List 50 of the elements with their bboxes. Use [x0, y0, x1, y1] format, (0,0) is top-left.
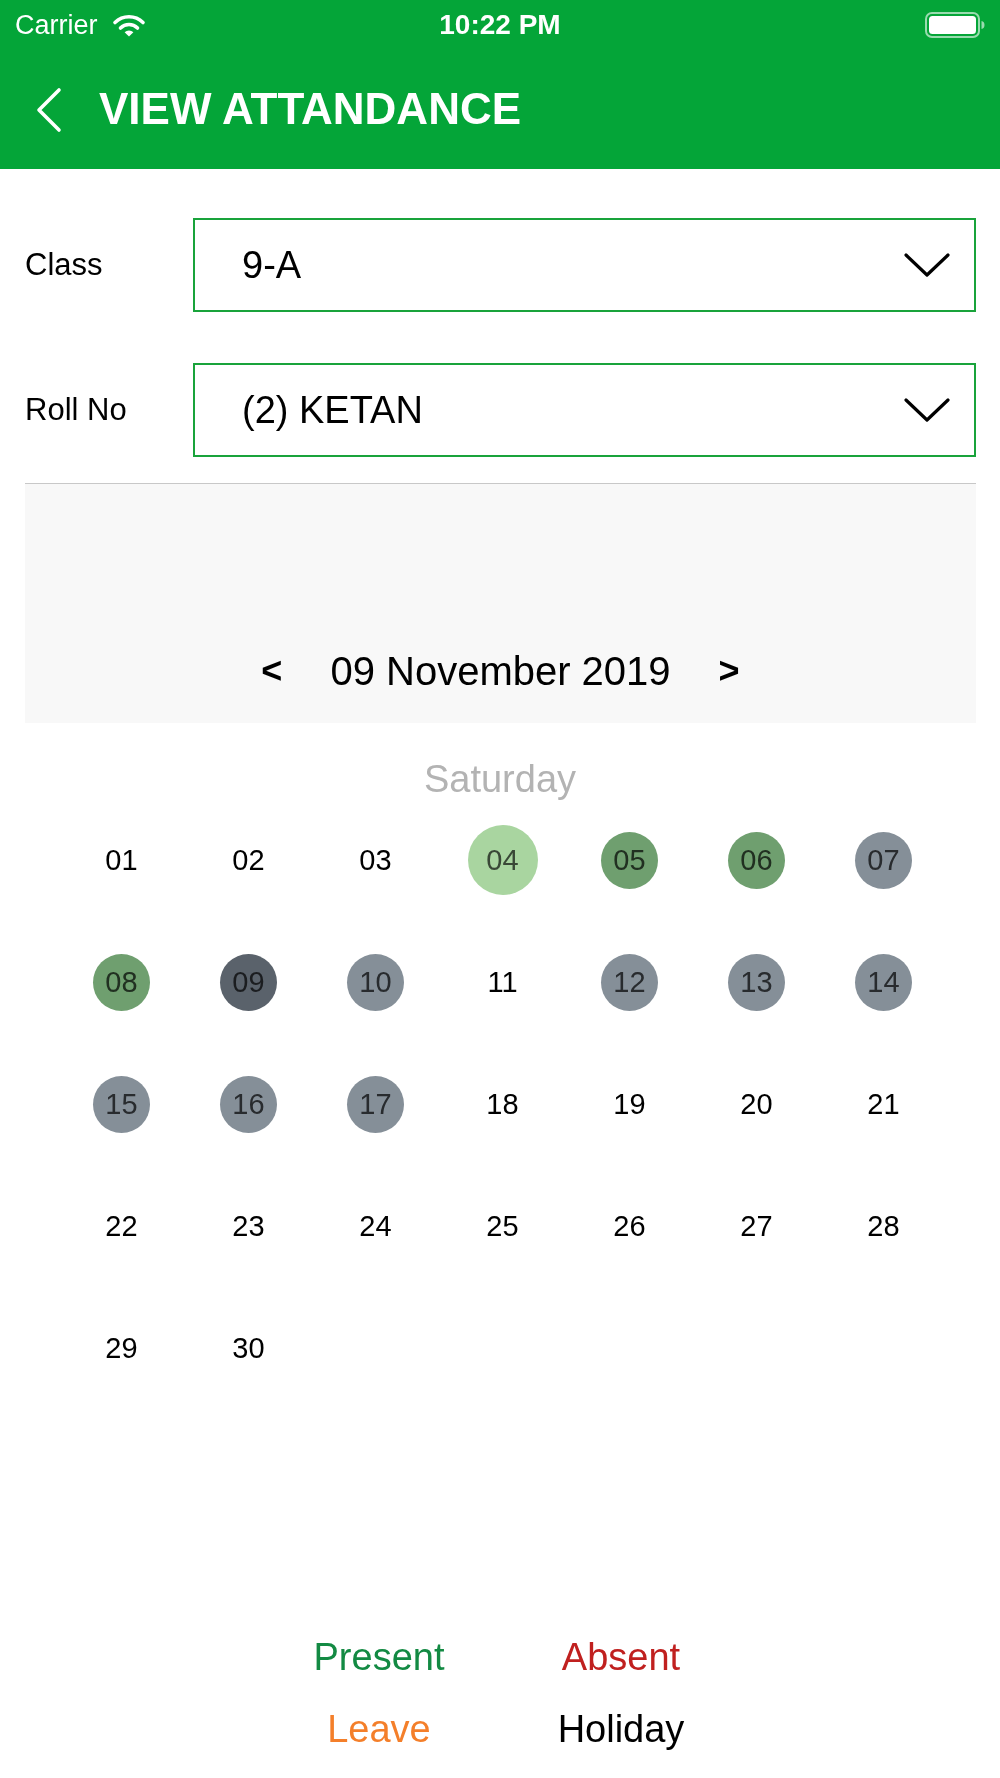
calendar-day[interactable]: 05: [601, 831, 658, 889]
calendar-day[interactable]: 02: [232, 845, 265, 875]
calendar-day[interactable]: 29: [105, 1333, 138, 1363]
wifi-icon: [111, 13, 146, 37]
current-date: 09 November 2019: [330, 648, 671, 695]
calendar-day[interactable]: 28: [867, 1211, 900, 1241]
next-month-button[interactable]: >: [718, 647, 740, 695]
legend-label: Holiday: [557, 1707, 685, 1751]
calendar-day[interactable]: 26: [613, 1211, 646, 1241]
carrier-name: Carrier: [15, 9, 98, 41]
battery-icon: [925, 12, 985, 38]
calendar-day[interactable]: 19: [613, 1089, 646, 1119]
calendar-day[interactable]: 27: [740, 1211, 773, 1241]
field-label: Roll No: [25, 392, 128, 428]
calendar-day[interactable]: 23: [232, 1211, 265, 1241]
chevron-down-icon: [904, 398, 950, 422]
calendar-day[interactable]: 16: [220, 1075, 277, 1133]
back-button[interactable]: [35, 86, 63, 133]
calendar-day[interactable]: 08: [93, 953, 150, 1011]
back-icon: [35, 86, 63, 133]
legend-label: Leave: [327, 1707, 431, 1751]
calendar-day[interactable]: 06: [728, 831, 785, 889]
calendar-day[interactable]: 20: [740, 1089, 773, 1119]
calendar-day[interactable]: 11: [487, 967, 518, 997]
calendar-day[interactable]: 18: [486, 1089, 519, 1119]
calendar-day[interactable]: 25: [486, 1211, 519, 1241]
calendar-day[interactable]: 13: [728, 953, 785, 1011]
calendar-day[interactable]: 10: [347, 953, 404, 1011]
page-title: VIEW ATTANDANCE: [99, 85, 522, 134]
calendar-day[interactable]: 07: [855, 831, 912, 889]
calendar-day[interactable]: 14: [855, 953, 912, 1011]
field-label: Class: [25, 247, 104, 283]
calendar-day[interactable]: 01: [105, 845, 138, 875]
calendar-day[interactable]: 03: [359, 845, 392, 875]
status-time: 10:22 PM: [439, 9, 561, 41]
weekday-label: Saturday: [423, 759, 577, 799]
calendar-day[interactable]: 30: [232, 1333, 265, 1363]
calendar-day[interactable]: 21: [867, 1089, 900, 1119]
legend-label: Present: [313, 1635, 445, 1679]
calendar-day[interactable]: 04: [467, 825, 538, 895]
legend-label: Absent: [561, 1635, 681, 1679]
calendar-day[interactable]: 22: [105, 1211, 138, 1241]
dropdown-field[interactable]: 9-A: [193, 218, 976, 312]
chevron-down-icon: [904, 253, 950, 277]
previous-month-button[interactable]: <: [261, 647, 283, 695]
dropdown-field[interactable]: (2) KETAN: [193, 363, 976, 457]
calendar-day[interactable]: 24: [359, 1211, 392, 1241]
calendar-day[interactable]: 12: [601, 953, 658, 1011]
calendar-day[interactable]: 17: [347, 1075, 404, 1133]
calendar-day[interactable]: 15: [93, 1075, 150, 1133]
